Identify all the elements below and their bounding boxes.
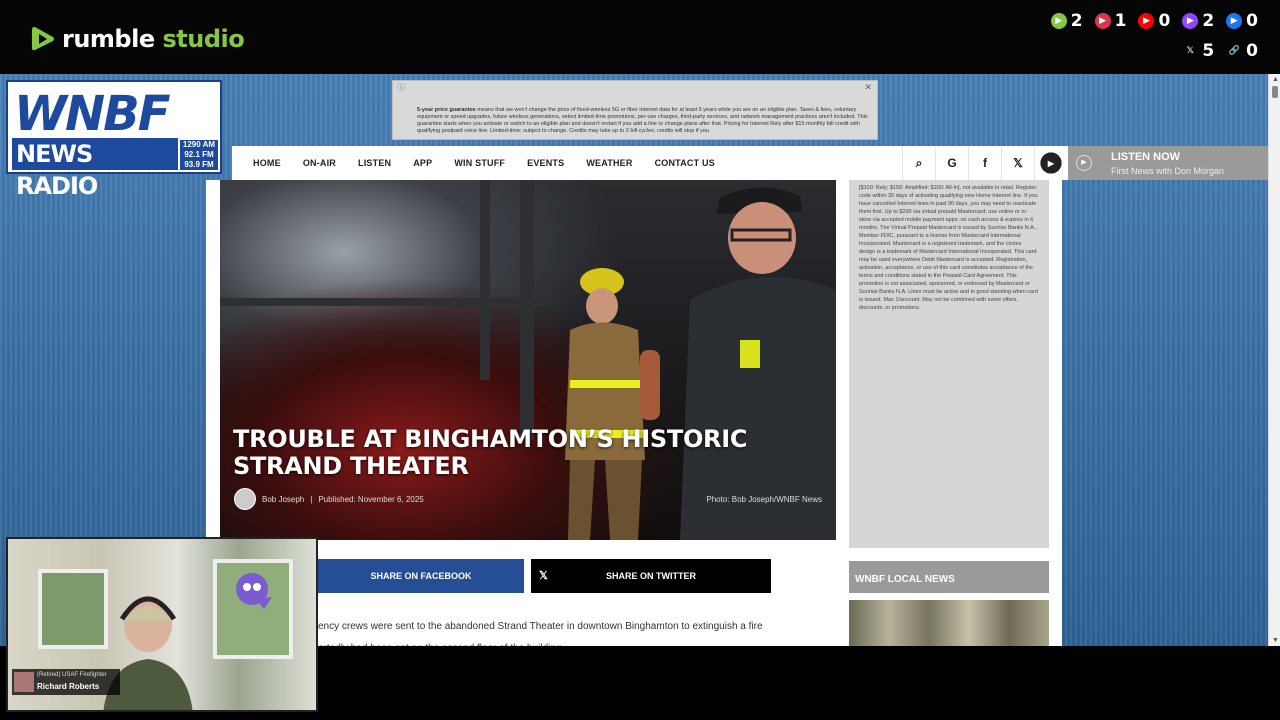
count-value: 0 [1246, 11, 1258, 31]
google-icon[interactable]: G [935, 146, 968, 180]
x-icon: 𝕏 [1186, 46, 1194, 56]
article-hero-image: TROUBLE AT BINGHAMTON’S HISTORIC STRAND … [220, 180, 836, 540]
scroll-up-icon[interactable]: ▲ [1272, 76, 1279, 83]
listen-now-title: LISTEN NOW [1111, 151, 1181, 163]
rumble-alt-count: ▶ 1 [1094, 11, 1127, 31]
presenter-avatar [14, 672, 34, 692]
nav-home[interactable]: HOME [242, 158, 292, 168]
logo-wnbf: WNBF [14, 86, 170, 142]
nav-on-air[interactable]: ON-AIR [292, 158, 347, 168]
site-navbar: HOME ON-AIR LISTEN APP WIN STUFF EVENTS WEATHE… [232, 146, 1268, 180]
body-line-1: ency crews were sent to the abandoned St… [318, 621, 763, 632]
x-icon[interactable]: 𝕏 [1001, 146, 1034, 180]
published-date: Published: November 6, 2025 [318, 494, 424, 504]
article-title: TROUBLE AT BINGHAMTON’S HISTORIC STRAND … [233, 425, 748, 480]
count-value: 5 [1202, 41, 1215, 61]
rumble-icon: ▶ [1050, 13, 1067, 29]
scroll-down-icon[interactable]: ▼ [1272, 637, 1279, 644]
viewer-counts: ▶ 2 ▶ 1 ▶ 0 ▶ 2 ▶ 0 𝕏 5 🔗 0 [1018, 10, 1258, 70]
brand-name: rumble studio [62, 25, 245, 53]
studio-top-bar: rumble studio ▶ 2 ▶ 1 ▶ 0 ▶ 2 ▶ 0 𝕏 5 🔗 0 [0, 0, 1280, 74]
share-facebook-button[interactable]: SHARE ON FACEBOOK [318, 559, 524, 593]
ad-info-icon[interactable]: ⓘ [397, 84, 405, 92]
rumble-alt-icon: ▶ [1094, 13, 1111, 29]
x-count: 𝕏5 [1182, 41, 1214, 61]
youtube-icon: ▶ [1138, 13, 1155, 29]
station-logo[interactable]: WNBF NEWS RADIO 1290 AM 92.1 FM 93.9 FM [6, 80, 222, 200]
listen-now-subtitle: First News with Don Morgan [1111, 166, 1225, 176]
photo-credit: Photo: Bob Joseph/WNBF News [706, 495, 822, 504]
firefighter-figure [565, 268, 660, 540]
count-value: 0 [1158, 11, 1171, 31]
scrollbar-thumb[interactable] [1272, 86, 1278, 98]
rumble-logo-icon [32, 27, 54, 51]
search-icon[interactable]: ⌕ [902, 146, 935, 180]
byline-separator: | [310, 494, 313, 504]
twitch-count: ▶ 2 [1182, 11, 1214, 31]
nav-app[interactable]: APP [402, 158, 443, 168]
author-name[interactable]: Bob Joseph [262, 495, 304, 504]
officer-figure [680, 187, 836, 540]
mascot-icon [236, 573, 272, 609]
scrollbar[interactable]: ▲ ▼ [1268, 74, 1280, 646]
share-twitter-button[interactable]: 𝕏 SHARE ON TWITTER [531, 559, 771, 593]
facebook-icon: ▶ [1226, 13, 1243, 29]
twitch-icon: ▶ [1182, 13, 1199, 29]
count-value: 1 [1114, 11, 1127, 31]
top-ad-banner[interactable]: ⓘ ✕ 5-year price guarantee means that we… [392, 80, 878, 140]
link-count: 🔗 0 [1226, 41, 1258, 61]
youtube-count: ▶ 0 [1138, 11, 1170, 31]
count-value: 2 [1070, 11, 1083, 31]
x-icon: 𝕏 [539, 570, 548, 582]
nav-weather[interactable]: WEATHER [575, 158, 643, 168]
presenter-name: Richard Roberts [37, 682, 100, 691]
local-news-header[interactable]: WNBF LOCAL NEWS [849, 561, 1049, 593]
sidebar-ad[interactable]: [$100: Rely; $150: Amplified; $200: All-… [849, 180, 1049, 548]
nav-contact-us[interactable]: CONTACT US [644, 158, 726, 168]
nav-listen[interactable]: LISTEN [347, 158, 402, 168]
rumble-studio-logo: rumble studio [30, 24, 245, 54]
nav-events[interactable]: EVENTS [516, 158, 575, 168]
facebook-icon[interactable]: f [968, 146, 1001, 180]
nav-win-stuff[interactable]: WIN STUFF [443, 158, 516, 168]
link-icon: 🔗 [1228, 46, 1240, 56]
listen-now-button[interactable]: ▶ LISTEN NOW First News with Don Morgan [1068, 146, 1268, 180]
youtube-icon[interactable]: ▶ [1034, 146, 1067, 180]
facebook-count: ▶ 0 [1226, 11, 1258, 31]
author-avatar [234, 488, 256, 510]
count-value: 2 [1202, 11, 1215, 31]
play-icon: ▶ [1076, 155, 1092, 171]
logo-news-radio: NEWS RADIO [12, 138, 178, 200]
webcam-overlay: (Retired) USAF Firefighter Richard Rober… [6, 537, 318, 712]
count-value: 0 [1246, 41, 1258, 61]
lower-third: (Retired) USAF Firefighter Richard Rober… [12, 669, 120, 695]
local-news-thumbnail[interactable] [849, 600, 1049, 646]
rumble-count: ▶ 2 [1050, 11, 1083, 31]
article-body: ency crews were sent to the abandoned St… [318, 616, 838, 646]
logo-frequencies: 1290 AM 92.1 FM 93.9 FM [180, 140, 218, 170]
presenter-role: (Retired) USAF Firefighter [37, 672, 107, 678]
article-byline: Bob Joseph | Published: November 6, 2025 [234, 488, 424, 510]
article-page: TROUBLE AT BINGHAMTON’S HISTORIC STRAND … [206, 180, 1062, 646]
body-line-2: ortedly had been set on the second floor… [318, 638, 838, 646]
ad-close-icon[interactable]: ✕ [864, 83, 872, 92]
